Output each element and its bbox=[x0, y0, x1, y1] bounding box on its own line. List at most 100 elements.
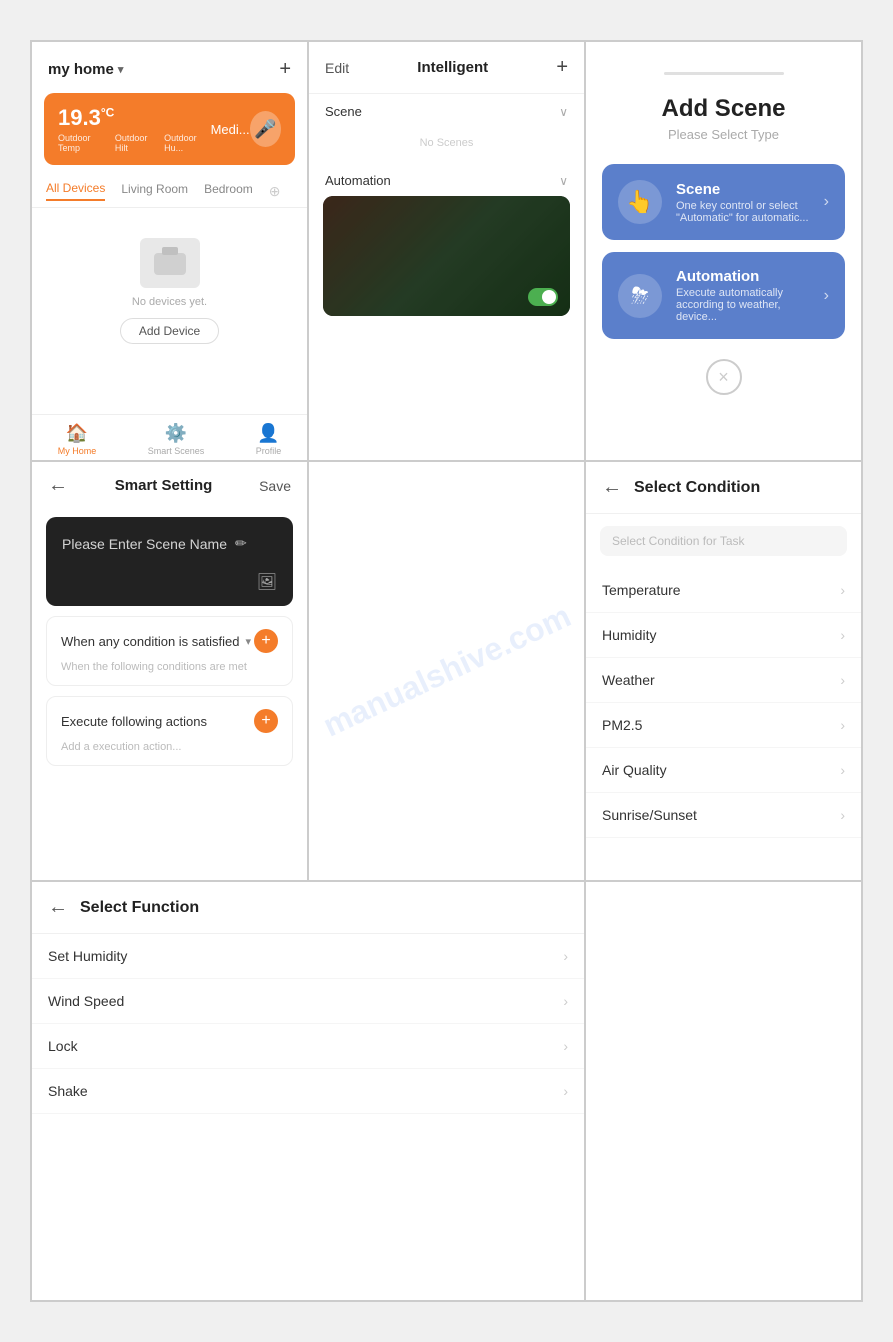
execute-add-btn[interactable]: + bbox=[254, 709, 278, 733]
bottom-nav: 🏠 My Home ⚙️ Smart Scenes 👤 Profile bbox=[32, 414, 307, 460]
scene-card-text: Scene One key control or select "Automat… bbox=[676, 181, 824, 224]
sf-label-windspeed: Wind Speed bbox=[48, 993, 124, 1009]
sc-arrow-weather: › bbox=[840, 672, 845, 688]
tab-bedroom[interactable]: Bedroom bbox=[204, 182, 253, 200]
sf-label-sethumidity: Set Humidity bbox=[48, 948, 127, 964]
close-button[interactable]: × bbox=[706, 359, 742, 395]
execute-title-text: Execute following actions bbox=[61, 714, 207, 729]
myhome-title: my home ▾ bbox=[48, 61, 123, 78]
sc-item-temperature[interactable]: Temperature › bbox=[586, 568, 861, 613]
sc-arrow-pm25: › bbox=[840, 717, 845, 733]
ss-back-btn[interactable]: ← bbox=[48, 474, 68, 497]
sc-label-humidity: Humidity bbox=[602, 627, 656, 643]
sc-item-weather[interactable]: Weather › bbox=[586, 658, 861, 703]
ss-title-text: Smart Setting bbox=[115, 477, 213, 494]
sf-label-shake: Shake bbox=[48, 1083, 88, 1099]
weather-mic-icon[interactable]: 🎤 bbox=[250, 111, 281, 147]
scene-section-chevron: ∨ bbox=[559, 105, 568, 119]
home-title-text: my home bbox=[48, 61, 114, 78]
sc-item-airquality[interactable]: Air Quality › bbox=[586, 748, 861, 793]
ss-header: ← Smart Setting Save bbox=[32, 462, 307, 509]
image-icon[interactable]: 🖼 bbox=[257, 572, 277, 592]
scene-type-button[interactable]: 👆 Scene One key control or select "Autom… bbox=[602, 164, 845, 240]
ss-save-btn[interactable]: Save bbox=[259, 478, 291, 494]
add-device-button[interactable]: Add Device bbox=[120, 318, 219, 344]
cell-empty-bottom-right bbox=[585, 881, 862, 1301]
sc-item-humidity[interactable]: Humidity › bbox=[586, 613, 861, 658]
automation-card-text: Automation Execute automatically accordi… bbox=[676, 268, 824, 323]
device-box-icon bbox=[140, 238, 200, 288]
condition-title-text: When any condition is satisfied bbox=[61, 634, 239, 649]
sc-arrow-sunrise: › bbox=[840, 807, 845, 823]
close-icon: × bbox=[718, 367, 729, 388]
sf-list: Set Humidity › Wind Speed › Lock › Shake… bbox=[32, 934, 584, 1114]
nav-profile-label: Profile bbox=[256, 446, 282, 456]
sc-label-sunrise: Sunrise/Sunset bbox=[602, 807, 697, 823]
sc-item-sunrise[interactable]: Sunrise/Sunset › bbox=[586, 793, 861, 838]
scenes-nav-icon: ⚙️ bbox=[165, 423, 187, 444]
scene-hand-icon: 👆 bbox=[626, 189, 653, 215]
condition-title-row: When any condition is satisfied ▾ bbox=[61, 634, 251, 649]
sc-search-bar: Select Condition for Task bbox=[600, 526, 847, 556]
scene-name-row: Please Enter Scene Name ✏ bbox=[62, 535, 277, 552]
automation-section-label: Automation bbox=[325, 173, 391, 188]
automation-type-button[interactable]: ⛈ Automation Execute automatically accor… bbox=[602, 252, 845, 339]
automation-card-title: Automation bbox=[676, 268, 824, 285]
myhome-header: my home ▾ + bbox=[32, 42, 307, 89]
tab-living-room[interactable]: Living Room bbox=[121, 182, 188, 200]
sf-item-sethumidity[interactable]: Set Humidity › bbox=[32, 934, 584, 979]
scenes-plus-btn[interactable]: + bbox=[556, 56, 568, 79]
scene-section-row: Scene ∨ bbox=[309, 94, 584, 127]
automation-card-icon: ⛈ bbox=[618, 274, 662, 318]
scenes-header-title: Intelligent bbox=[417, 59, 488, 76]
nav-item-profile[interactable]: 👤 Profile bbox=[256, 423, 282, 456]
condition-desc: When the following conditions are met bbox=[61, 661, 278, 673]
sc-back-btn[interactable]: ← bbox=[602, 476, 622, 499]
sf-item-windspeed[interactable]: Wind Speed › bbox=[32, 979, 584, 1024]
scene-card-icon: 👆 bbox=[618, 180, 662, 224]
cell-add-scene: Add Scene Please Select Type 👆 Scene One… bbox=[585, 41, 862, 461]
add-scene-title: Add Scene bbox=[661, 95, 785, 123]
condition-section: When any condition is satisfied ▾ + When… bbox=[46, 616, 293, 686]
tab-all-devices[interactable]: All Devices bbox=[46, 181, 105, 201]
nav-scenes-label: Smart Scenes bbox=[148, 446, 205, 456]
cell-intelligent: Edit Intelligent + Scene ∨ No Scenes Aut… bbox=[308, 41, 585, 461]
scene-section-label: Scene bbox=[325, 104, 362, 119]
sf-back-btn[interactable]: ← bbox=[48, 896, 68, 919]
weather-temp: 19.3°C bbox=[58, 105, 211, 131]
nav-item-myhome[interactable]: 🏠 My Home bbox=[58, 423, 97, 456]
image-icon-row: 🖼 bbox=[62, 572, 277, 592]
weather-label-3: Outdoor Hu... bbox=[164, 133, 210, 153]
sf-arrow-shake: › bbox=[563, 1083, 568, 1099]
room-search-icon[interactable]: ⊕ bbox=[269, 183, 281, 200]
cell-select-function: ← Select Function Set Humidity › Wind Sp… bbox=[31, 881, 585, 1301]
weather-card: 19.3°C Outdoor Temp Outdoor Hilt Outdoor… bbox=[44, 93, 295, 165]
automation-toggle[interactable] bbox=[528, 288, 558, 306]
add-scene-divider bbox=[664, 72, 784, 75]
automation-card[interactable] bbox=[323, 196, 570, 316]
cell-smart-setting: ← Smart Setting Save Please Enter Scene … bbox=[31, 461, 308, 881]
scene-name-card: Please Enter Scene Name ✏ 🖼 bbox=[46, 517, 293, 606]
sf-arrow-windspeed: › bbox=[563, 993, 568, 1009]
scenes-edit-label[interactable]: Edit bbox=[325, 60, 349, 76]
home-chevron: ▾ bbox=[118, 63, 124, 76]
sf-title-text: Select Function bbox=[80, 899, 199, 917]
sc-label-weather: Weather bbox=[602, 672, 655, 688]
sf-item-lock[interactable]: Lock › bbox=[32, 1024, 584, 1069]
cell-my-home: my home ▾ + 19.3°C Outdoor Temp Outdoor … bbox=[31, 41, 308, 461]
grid-container: my home ▾ + 19.3°C Outdoor Temp Outdoor … bbox=[30, 40, 863, 1302]
sf-item-shake[interactable]: Shake › bbox=[32, 1069, 584, 1114]
sc-label-temperature: Temperature bbox=[602, 582, 681, 598]
mic-icon: 🎤 bbox=[254, 119, 276, 140]
cell-watermark: manualshive.com bbox=[308, 461, 585, 881]
condition-add-btn[interactable]: + bbox=[254, 629, 278, 653]
home-plus-btn[interactable]: + bbox=[279, 58, 291, 81]
condition-header: When any condition is satisfied ▾ + bbox=[61, 629, 278, 653]
sc-label-pm25: PM2.5 bbox=[602, 717, 642, 733]
condition-dropdown-arrow[interactable]: ▾ bbox=[245, 635, 251, 648]
sc-item-pm25[interactable]: PM2.5 › bbox=[586, 703, 861, 748]
sc-arrow-airquality: › bbox=[840, 762, 845, 778]
pencil-icon[interactable]: ✏ bbox=[235, 535, 247, 552]
nav-item-smartscenes[interactable]: ⚙️ Smart Scenes bbox=[148, 423, 205, 456]
no-scenes-text: No Scenes bbox=[309, 127, 584, 163]
